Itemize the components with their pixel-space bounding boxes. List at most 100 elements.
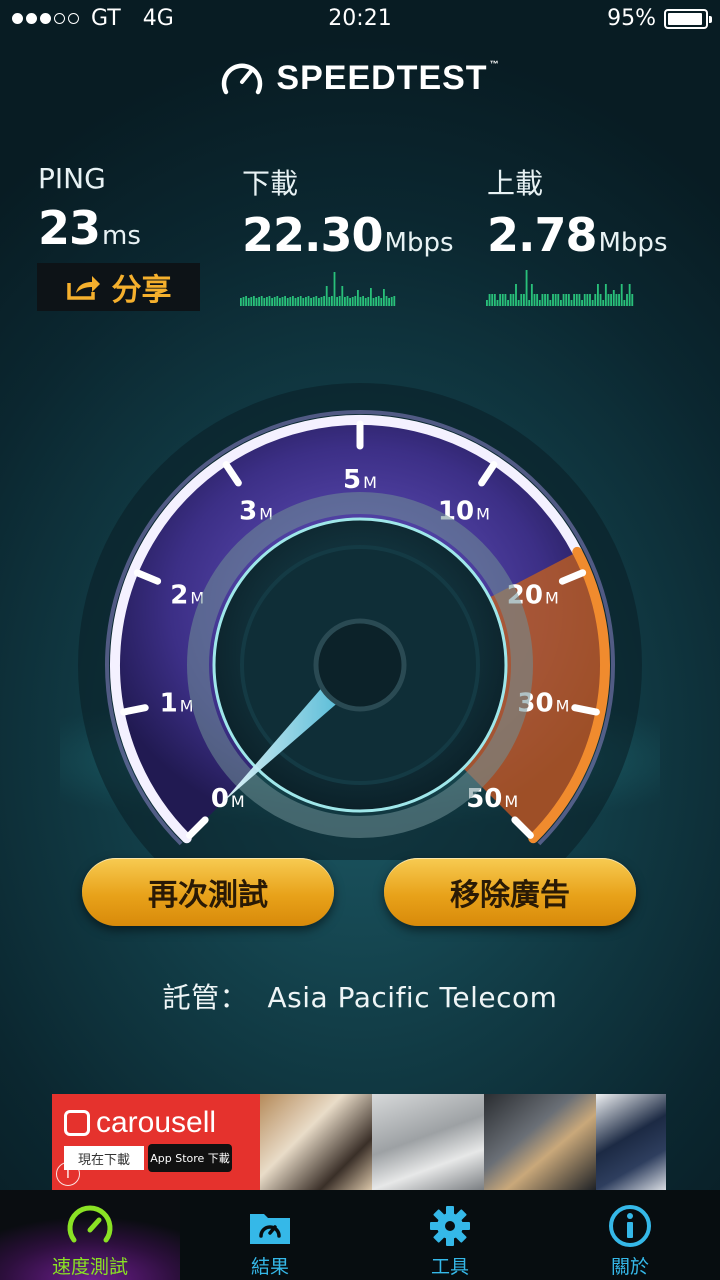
ad-product-watch-image bbox=[484, 1094, 596, 1190]
sparkline-bar bbox=[504, 294, 507, 306]
sparkline-bar bbox=[565, 294, 568, 306]
sparkline-bar bbox=[517, 300, 520, 306]
ping-value: 23 bbox=[38, 201, 101, 255]
sparkline-bar bbox=[390, 297, 393, 306]
sparkline-bar bbox=[263, 298, 266, 306]
sparkline-bar bbox=[364, 298, 367, 306]
sparkline-bar bbox=[602, 300, 605, 306]
share-icon bbox=[66, 276, 100, 300]
sparkline-bar bbox=[393, 296, 396, 306]
sparkline-bar bbox=[351, 297, 354, 306]
host-info: 託管： Asia Pacific Telecom bbox=[0, 976, 720, 1016]
share-button[interactable]: 分享 bbox=[37, 263, 200, 311]
sparkline-bar bbox=[323, 296, 325, 306]
ping-metric: PING 23 ms bbox=[38, 162, 141, 255]
sparkline-bar bbox=[370, 288, 372, 306]
sparkline-bar bbox=[628, 284, 631, 306]
ad-brand: carousell bbox=[64, 1106, 216, 1140]
download-label: 下載 bbox=[242, 167, 299, 200]
gauge-tick-number: 1 bbox=[160, 688, 178, 718]
gauge-tick-unit: M bbox=[476, 505, 490, 524]
gauge-tick-number: 2 bbox=[170, 580, 188, 610]
sparkline-bar bbox=[328, 297, 331, 306]
sparkline-bar bbox=[486, 300, 488, 306]
sparkline-bar bbox=[385, 296, 388, 306]
tab-tools[interactable]: 工具 bbox=[360, 1190, 540, 1280]
sparkline-bar bbox=[623, 300, 626, 306]
sparkline-bar bbox=[242, 297, 245, 306]
speedometer-icon bbox=[67, 1205, 113, 1243]
sparkline-bar bbox=[620, 284, 623, 306]
sparkline-bar bbox=[528, 300, 531, 306]
sparkline-bar bbox=[552, 294, 554, 306]
info-icon bbox=[609, 1205, 651, 1247]
gauge-tick-unit: M bbox=[545, 588, 559, 607]
sparkline-bar bbox=[581, 300, 583, 306]
sparkline-bar bbox=[557, 294, 560, 306]
logo-text: SPEEDTEST ™ bbox=[276, 58, 500, 97]
ad-product-suit-image bbox=[596, 1094, 666, 1190]
sparkline-bar bbox=[612, 290, 615, 306]
speed-gauge: 0 M1 M2 M3 M5 M10 M20 M30 M50 M bbox=[60, 383, 660, 860]
download-sparkline bbox=[240, 272, 396, 306]
host-label: 託管： bbox=[162, 981, 249, 1014]
ad-product-sweater-image bbox=[372, 1094, 484, 1190]
sparkline-bar bbox=[567, 294, 570, 306]
gauge-tick bbox=[571, 704, 600, 716]
sparkline-bar bbox=[499, 294, 502, 306]
sparkline-bar bbox=[362, 296, 364, 306]
upload-metric: 上載 2.78 Mbps bbox=[487, 162, 668, 262]
sparkline-bar bbox=[268, 296, 271, 306]
status-right: 95% bbox=[607, 6, 712, 31]
sparkline-bar bbox=[597, 284, 599, 306]
tab-label: 工具 bbox=[430, 1256, 469, 1278]
ad-banner[interactable]: carousell 現在下載 App Store 下載 i bbox=[52, 1094, 666, 1190]
sparkline-bar bbox=[271, 298, 273, 306]
sparkline-bar bbox=[375, 297, 377, 306]
sparkline-bar bbox=[533, 294, 536, 306]
upload-label: 上載 bbox=[487, 167, 544, 200]
sparkline-bar bbox=[488, 294, 491, 306]
sparkline-bar bbox=[247, 298, 250, 306]
sparkline-bar bbox=[583, 294, 586, 306]
sparkline-bar bbox=[344, 297, 346, 306]
sparkline-bar bbox=[610, 294, 613, 306]
sparkline-bar bbox=[586, 294, 589, 306]
battery-percent: 95% bbox=[607, 6, 656, 31]
tab-speedtest[interactable]: 速度測試 bbox=[0, 1190, 180, 1280]
tab-results[interactable]: 結果 bbox=[180, 1190, 360, 1280]
sparkline-bar bbox=[591, 300, 594, 306]
sparkline-bar bbox=[289, 297, 292, 306]
sparkline-bar bbox=[560, 300, 562, 306]
sparkline-bar bbox=[383, 289, 385, 306]
sparkline-bar bbox=[310, 298, 312, 306]
retest-button[interactable]: 再次測試 bbox=[82, 858, 334, 926]
sparkline-bar bbox=[354, 296, 357, 306]
sparkline-bar bbox=[541, 294, 544, 306]
sparkline-bar bbox=[312, 297, 315, 306]
remove-ads-button[interactable]: 移除廣告 bbox=[384, 858, 636, 926]
sparkline-bar bbox=[349, 298, 351, 306]
sparkline-bar bbox=[507, 300, 509, 306]
sparkline-bar bbox=[599, 294, 602, 306]
app-store-badge[interactable]: App Store 下載 bbox=[148, 1144, 232, 1172]
sparkline-bar bbox=[307, 296, 310, 306]
sparkline-bar bbox=[372, 298, 375, 306]
ad-info-icon[interactable]: i bbox=[56, 1162, 80, 1186]
sparkline-bar bbox=[320, 297, 323, 306]
speedometer-logo-icon bbox=[222, 63, 263, 95]
sparkline-bar bbox=[589, 294, 591, 306]
sparkline-bar bbox=[286, 298, 289, 306]
sparkline-bar bbox=[341, 286, 344, 306]
download-unit: Mbps bbox=[384, 228, 454, 258]
sparkline-bar bbox=[631, 294, 634, 306]
tab-about[interactable]: 關於 bbox=[540, 1190, 720, 1280]
sparkline-bar bbox=[604, 284, 607, 306]
carousell-logo-icon bbox=[64, 1110, 90, 1136]
sparkline-bar bbox=[318, 298, 320, 306]
sparkline-bar bbox=[615, 294, 618, 306]
sparkline-bar bbox=[549, 300, 552, 306]
sparkline-bar bbox=[338, 296, 341, 306]
tab-label: 關於 bbox=[610, 1256, 649, 1278]
upload-sparkline bbox=[486, 270, 634, 306]
